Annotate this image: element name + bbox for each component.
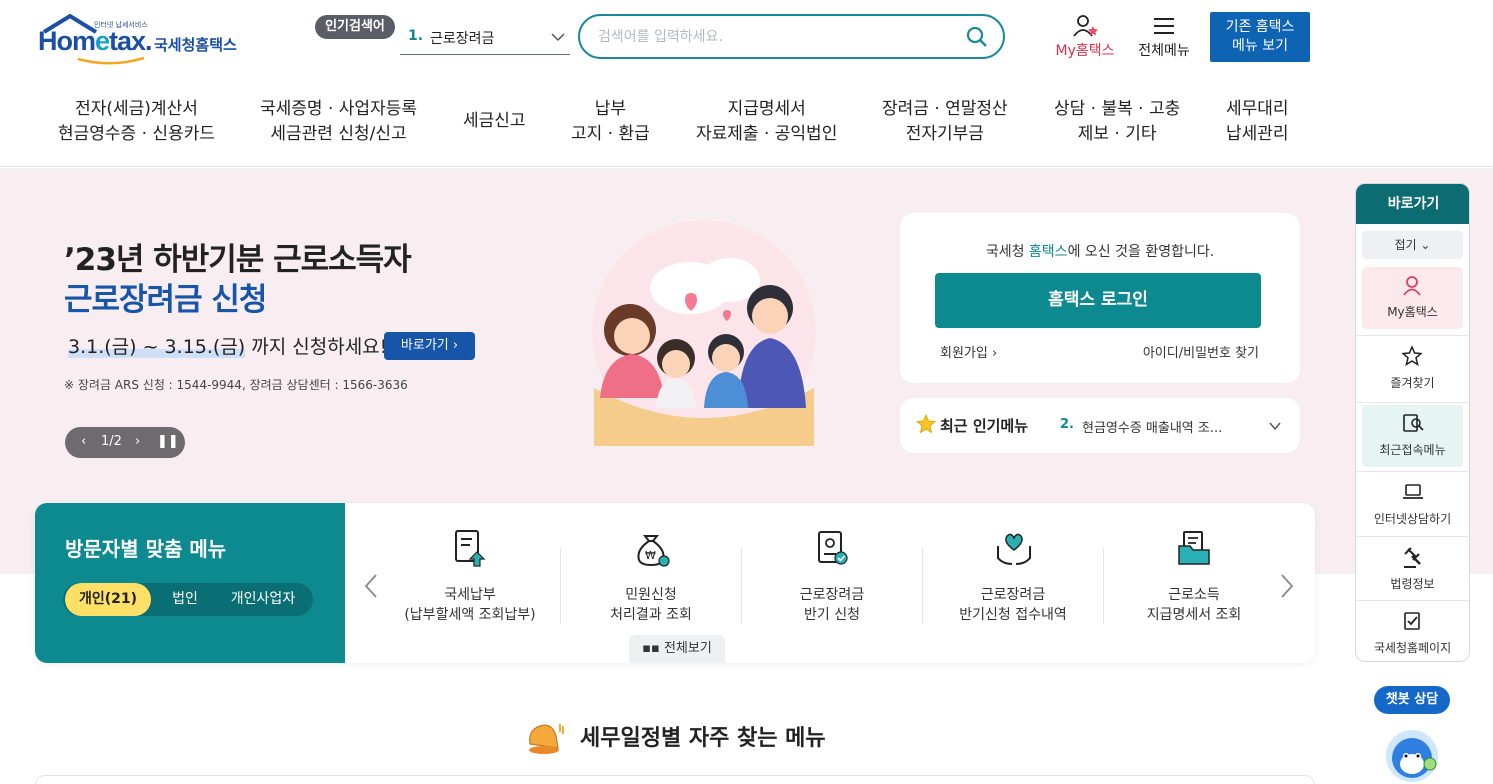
chevron-down-icon (1269, 422, 1281, 431)
logo-wordmark: Hometax. (38, 26, 153, 56)
divider (1356, 600, 1469, 601)
search-input[interactable] (598, 25, 958, 49)
recent-popular-menu[interactable]: 최근 인기메뉴 2. 현금영수증 매출내역 조... (900, 398, 1300, 453)
old-btn-line2: 메뉴 보기 (1232, 38, 1288, 54)
nav-item-certificate[interactable]: 국세증명 · 사업자등록 세금관련 신청/신고 (260, 97, 417, 147)
visitor-menu-bar: 방문자별 맞춤 메뉴 개인(21) 법인 개인사업자 국세납부 (납부할세액 조… (35, 503, 1315, 663)
folder-document-icon (1178, 531, 1210, 565)
pause-icon[interactable]: ❚❚ (157, 434, 179, 449)
quick-item-incentive-receipt[interactable]: 근로장려금 반기신청 접수내역 (923, 528, 1103, 628)
header: 인터넷 납세서비스 Hometax. 국세청홈택스 인기검색어 1. 근로장려금… (0, 0, 1493, 78)
chevron-left-icon[interactable] (363, 573, 379, 599)
recent-menu-title: 최근 인기메뉴 (940, 417, 1029, 435)
my-hometax-link[interactable]: My홈택스 (1048, 14, 1122, 62)
chatbot-button[interactable]: 챗봇 상담 (1374, 686, 1450, 714)
find-id-password-link[interactable]: 아이디/비밀번호 찾기 (1143, 342, 1259, 361)
my-hometax-label: My홈택스 (1055, 43, 1115, 59)
gavel-icon (1404, 547, 1421, 568)
quick-item-incentive-apply[interactable]: 근로장려금 반기 신청 (742, 528, 922, 628)
rpanel-item-nts-homepage[interactable]: 국세청홈페이지 (1362, 603, 1463, 661)
all-menu-label: 전체메뉴 (1138, 43, 1190, 59)
hero-go-button[interactable]: 바로가기 › (384, 332, 475, 360)
join-link[interactable]: 회원가입 › (940, 342, 997, 361)
user-star-icon (1073, 15, 1098, 37)
search-box (578, 14, 1005, 59)
logo-korean: 국세청홈택스 (154, 36, 237, 54)
money-bag-icon: ₩ (637, 535, 670, 567)
welcome-text: 국세청 홈택스에 오신 것을 환영합니다. (985, 244, 1215, 260)
next-slide-icon[interactable]: › (135, 434, 140, 449)
checklist-icon (1404, 612, 1420, 630)
tax-payment-icon (455, 530, 486, 567)
bell-icon (529, 724, 565, 754)
rpanel-item-favorites[interactable]: 즐겨찾기 (1362, 338, 1463, 400)
popular-search-badge: 인기검색어 (315, 15, 395, 39)
quick-item-tax-payment[interactable]: 국세납부 (납부할세액 조회납부) (380, 528, 560, 628)
divider (1356, 536, 1469, 537)
nav-item-consult[interactable]: 상담 · 불복 · 고충 제보 · 기타 (1054, 97, 1180, 147)
prev-slide-icon[interactable]: ‹ (81, 434, 86, 449)
nav-item-tax-report[interactable]: 세금신고 (463, 109, 526, 134)
recent-menu-text: 현금영수증 매출내역 조... (1082, 421, 1223, 436)
certificate-icon (818, 531, 848, 565)
nav-item-tax-agent[interactable]: 세무대리 납세관리 (1226, 97, 1289, 147)
hero-date: 3.1.(금) ~ 3.15.(금) 까지 신청하세요! (68, 336, 388, 358)
star-icon (916, 414, 936, 434)
popular-rank: 1. (408, 28, 424, 44)
svg-text:₩: ₩ (645, 549, 656, 562)
quick-item-civil-complaint[interactable]: ₩ 민원신청 처리결과 조회 (561, 528, 741, 628)
hamburger-icon (1154, 18, 1174, 34)
hero-note: ※ 장려금 ARS 신청 : 1544-9944, 장려금 상담센터 : 156… (64, 378, 408, 392)
banner-pager: ‹ 1/2 › ❚❚ (65, 427, 185, 458)
quick-item-earned-income[interactable]: 근로소득 지급명세서 조회 (1104, 528, 1284, 628)
schedule-menu-card (35, 775, 1315, 784)
tab-corporation[interactable]: 법인 (163, 583, 207, 616)
visitor-type-tabs: 개인(21) 법인 개인사업자 (63, 583, 313, 616)
divider (1356, 471, 1469, 472)
hometax-logo[interactable]: 인터넷 납세서비스 Hometax. 국세청홈택스 (36, 12, 256, 65)
visitor-menu-panel: 방문자별 맞춤 메뉴 개인(21) 법인 개인사업자 (35, 503, 345, 663)
nav-item-e-invoice[interactable]: 전자(세금)계산서 현금영수증 · 신용카드 (58, 97, 215, 147)
search-icon[interactable] (965, 25, 989, 49)
divider (1356, 402, 1469, 403)
user-icon (1403, 276, 1421, 296)
popular-term: 근로장려금 (430, 31, 495, 47)
rpanel-item-recent[interactable]: 최근접속메뉴 (1362, 405, 1463, 467)
quick-link-panel: 바로가기 접기 ⌄ My홈택스 즐겨찾기 최근접속메뉴 인터넷상담하기 법령정보… (1355, 183, 1470, 662)
star-icon (1402, 346, 1422, 366)
chatbot-mascot-icon[interactable] (1384, 722, 1440, 784)
heart-hands-icon (997, 533, 1031, 565)
popular-search-select[interactable]: 1. 근로장려금 (400, 22, 570, 55)
pager-count: 1/2 (101, 434, 122, 449)
family-illustration (592, 220, 816, 446)
chevron-down-icon (551, 33, 565, 42)
grid-icon: ▪▪ (642, 641, 660, 656)
old-btn-line1: 기존 홈택스 (1225, 19, 1295, 35)
nav-item-payment-statement[interactable]: 지급명세서 자료제출 · 공익법인 (696, 97, 837, 147)
fold-button[interactable]: 접기 ⌄ (1362, 231, 1463, 259)
rpanel-item-online-consult[interactable]: 인터넷상담하기 (1362, 474, 1463, 536)
rpanel-item-law-info[interactable]: 법령정보 (1362, 539, 1463, 601)
recent-menu-rank: 2. (1060, 417, 1074, 432)
hero-title-line1: ’23년 하반기분 근로소득자 (64, 242, 412, 278)
tab-sole-proprietor[interactable]: 개인사업자 (215, 583, 311, 616)
rpanel-item-my-hometax[interactable]: My홈택스 (1362, 267, 1463, 329)
divider (1356, 335, 1469, 336)
tab-individual[interactable]: 개인(21) (65, 583, 151, 616)
view-all-button[interactable]: ▪▪ 전체보기 (629, 635, 725, 663)
logo-swoosh-icon (77, 56, 145, 65)
main-nav: 전자(세금)계산서 현금영수증 · 신용카드 국세증명 · 사업자등록 세금관련 신… (0, 92, 1493, 167)
login-button[interactable]: 홈택스 로그인 (935, 273, 1261, 328)
nav-item-payment[interactable]: 납부 고지 · 환급 (571, 97, 650, 147)
section-title: 세무일정별 자주 찾는 메뉴 (0, 720, 1350, 758)
visitor-menu-title: 방문자별 맞춤 메뉴 (65, 537, 227, 561)
all-menu-button[interactable]: 전체메뉴 (1130, 14, 1198, 62)
nav-item-incentive[interactable]: 장려금 · 연말정산 전자기부금 (882, 97, 1008, 147)
laptop-icon (1403, 484, 1423, 499)
old-hometax-button[interactable]: 기존 홈택스 메뉴 보기 (1210, 12, 1310, 62)
recent-search-icon (1403, 414, 1424, 432)
hero-title-line2: 근로장려금 신청 (64, 282, 267, 318)
quick-link-header: 바로가기 (1356, 184, 1469, 224)
login-card: 국세청 홈택스에 오신 것을 환영합니다. 홈택스 로그인 회원가입 › 아이디… (900, 213, 1300, 383)
